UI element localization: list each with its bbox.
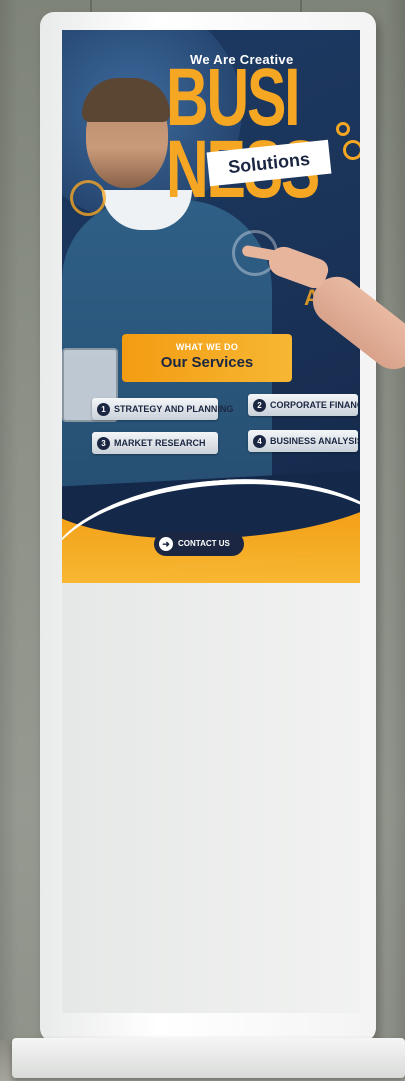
kiosk-base [12,1038,405,1078]
service-label: CORPORATE FINANCE [270,400,360,410]
service-number: 4 [253,435,266,449]
contact-us-label: CONTACT US [178,539,230,548]
decor-ring [70,180,106,216]
service-item[interactable]: 2 CORPORATE FINANCE [248,394,360,416]
service-number: 1 [97,403,110,417]
arrow-right-icon: ➜ [159,536,173,551]
service-number: 2 [253,399,266,413]
service-item[interactable]: 3 MARKET RESEARCH [92,432,218,454]
service-item[interactable]: 1 STRATEGY AND PLANNING [92,398,233,420]
headline: BUSI NESS [166,57,320,211]
services-kicker: WHAT WE DO [175,342,239,352]
services-title: Our Services [160,354,254,371]
service-number: 3 [97,437,110,451]
kiosk-lower-panel [62,583,360,1013]
contact-us-button[interactable]: ➜ CONTACT US [154,532,244,556]
service-item[interactable]: 4 BUSINESS ANALYSIS [248,430,360,452]
service-label: MARKET RESEARCH [114,438,206,448]
decor-ring [343,140,360,160]
services-heading: WHAT WE DO Our Services [122,334,292,382]
service-label: STRATEGY AND PLANNING [114,404,234,414]
service-label: BUSINESS ANALYSIS [270,436,360,446]
decor-ring [336,122,350,136]
